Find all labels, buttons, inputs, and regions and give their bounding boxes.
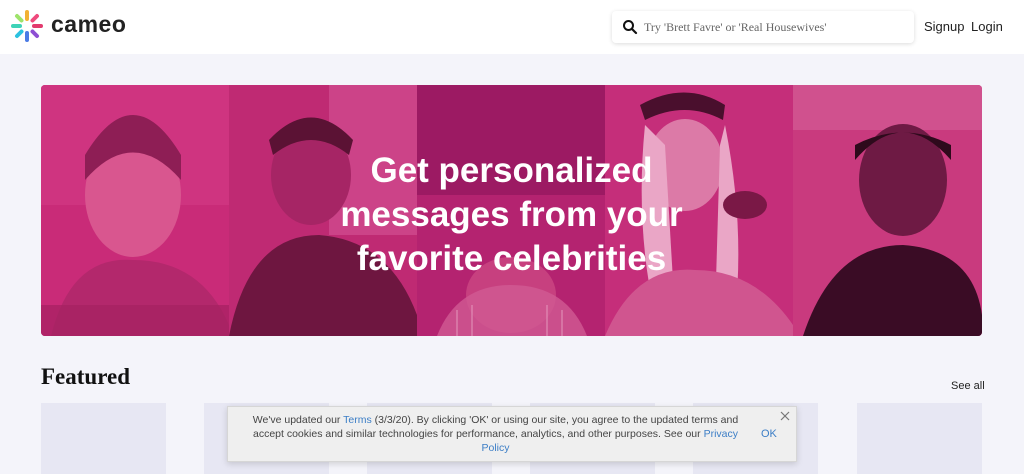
login-link[interactable]: Login [971,19,1003,34]
close-icon[interactable] [778,409,792,423]
top-nav-bar: cameo Signup Login [0,0,1024,54]
signup-link[interactable]: Signup [924,19,964,34]
see-all-link[interactable]: See all [951,380,985,392]
hero-headline-line-2: messages from your [340,195,683,234]
search-box[interactable] [612,11,914,43]
hero-banner: Get personalized messages from your favo… [41,85,982,336]
search-input[interactable] [644,15,906,39]
cookie-text-part-1: We've updated our [252,414,344,426]
featured-heading: Featured [41,364,131,389]
terms-link[interactable]: Terms [343,414,372,426]
featured-card[interactable] [857,403,982,474]
hero-headline: Get personalized messages from your favo… [41,149,982,281]
search-icon [623,20,638,35]
hero-headline-line-1: Get personalized [370,151,653,190]
cookie-ok-button[interactable]: OK [761,428,777,440]
cameo-logo-icon[interactable] [10,9,44,43]
cookie-banner-message: We've updated our Terms (3/3/20). By cli… [238,413,753,455]
cookie-banner: We've updated our Terms (3/3/20). By cli… [227,406,797,462]
featured-card[interactable] [41,403,166,474]
logo-wordmark[interactable]: cameo [51,11,126,38]
hero-headline-line-3: favorite celebrities [356,239,667,278]
